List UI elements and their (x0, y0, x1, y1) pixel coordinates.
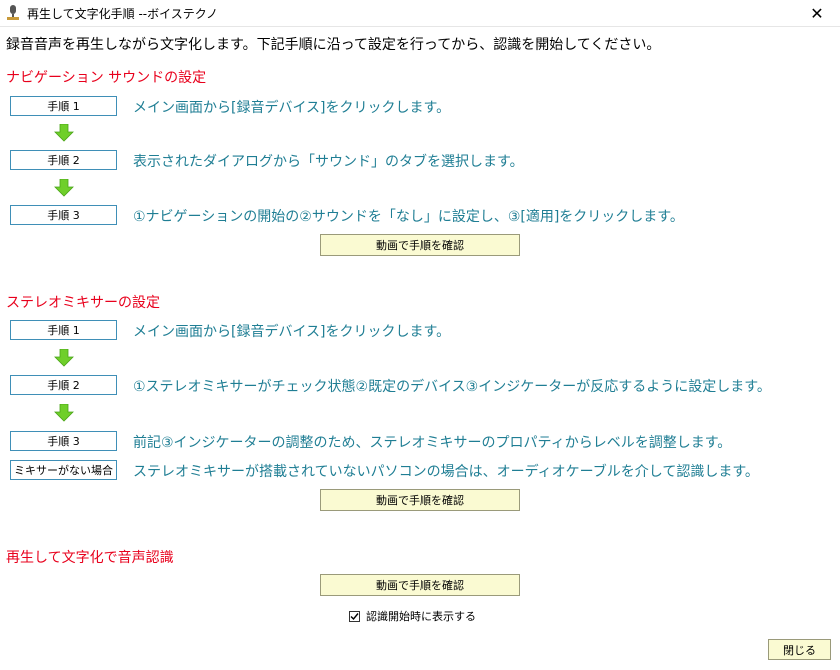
close-button[interactable]: 閉じる (768, 639, 831, 660)
show-on-start-option[interactable]: 認識開始時に表示する (349, 608, 476, 624)
show-on-start-checkbox[interactable] (349, 610, 360, 622)
nav-step-2-text: 表示されたダイアログから「サウンド」のタブを選択します。 (133, 154, 524, 170)
nav-step-3-label: 手順 3 (10, 205, 117, 225)
nav-step-1-label: 手順 1 (10, 96, 117, 116)
window-close-button[interactable]: ✕ (794, 0, 840, 26)
stereo-no-mixer-label: ミキサーがない場合 (10, 460, 117, 480)
down-arrow-icon (54, 124, 74, 142)
nav-video-button[interactable]: 動画で手順を確認 (320, 234, 520, 256)
section-heading-navigation-sound: ナビゲーション サウンドの設定 (6, 70, 207, 86)
down-arrow-icon (54, 349, 74, 367)
stereo-step-3-text: 前記③インジケーターの調整のため、ステレオミキサーのプロパティからレベルを調整し… (133, 435, 732, 451)
down-arrow-icon (54, 179, 74, 197)
down-arrow-icon (54, 404, 74, 422)
section-heading-recognition: 再生して文字化で音声認識 (6, 550, 174, 566)
stereo-step-2-label: 手順 2 (10, 375, 117, 395)
show-on-start-label: 認識開始時に表示する (366, 610, 476, 623)
title-bar: 再生して文字化手順 --ボイステクノ ✕ (0, 0, 840, 27)
stereo-step-3-label: 手順 3 (10, 431, 117, 451)
window-title: 再生して文字化手順 --ボイステクノ (27, 7, 219, 21)
stereo-step-1-text: メイン画面から[録音デバイス]をクリックします。 (133, 324, 451, 340)
intro-text: 録音音声を再生しながら文字化します。下記手順に沿って設定を行ってから、認識を開始… (6, 37, 661, 53)
section-heading-stereo-mixer: ステレオミキサーの設定 (6, 295, 160, 311)
stereo-step-1-label: 手順 1 (10, 320, 117, 340)
close-icon: ✕ (810, 3, 824, 23)
stereo-no-mixer-text: ステレオミキサーが搭載されていないパソコンの場合は、オーディオケーブルを介して認… (133, 464, 759, 480)
stereo-step-2-text: ①ステレオミキサーがチェック状態②既定のデバイス③インジケーターが反応するように… (133, 379, 771, 395)
checkmark-icon (350, 612, 359, 620)
recognize-video-button[interactable]: 動画で手順を確認 (320, 574, 520, 596)
nav-step-2-label: 手順 2 (10, 150, 117, 170)
nav-step-1-text: メイン画面から[録音デバイス]をクリックします。 (133, 100, 451, 116)
nav-step-3-text: ①ナビゲーションの開始の②サウンドを「なし」に設定し、③[適用]をクリックします… (133, 209, 684, 225)
stereo-video-button[interactable]: 動画で手順を確認 (320, 489, 520, 511)
app-microphone-icon (7, 5, 19, 20)
